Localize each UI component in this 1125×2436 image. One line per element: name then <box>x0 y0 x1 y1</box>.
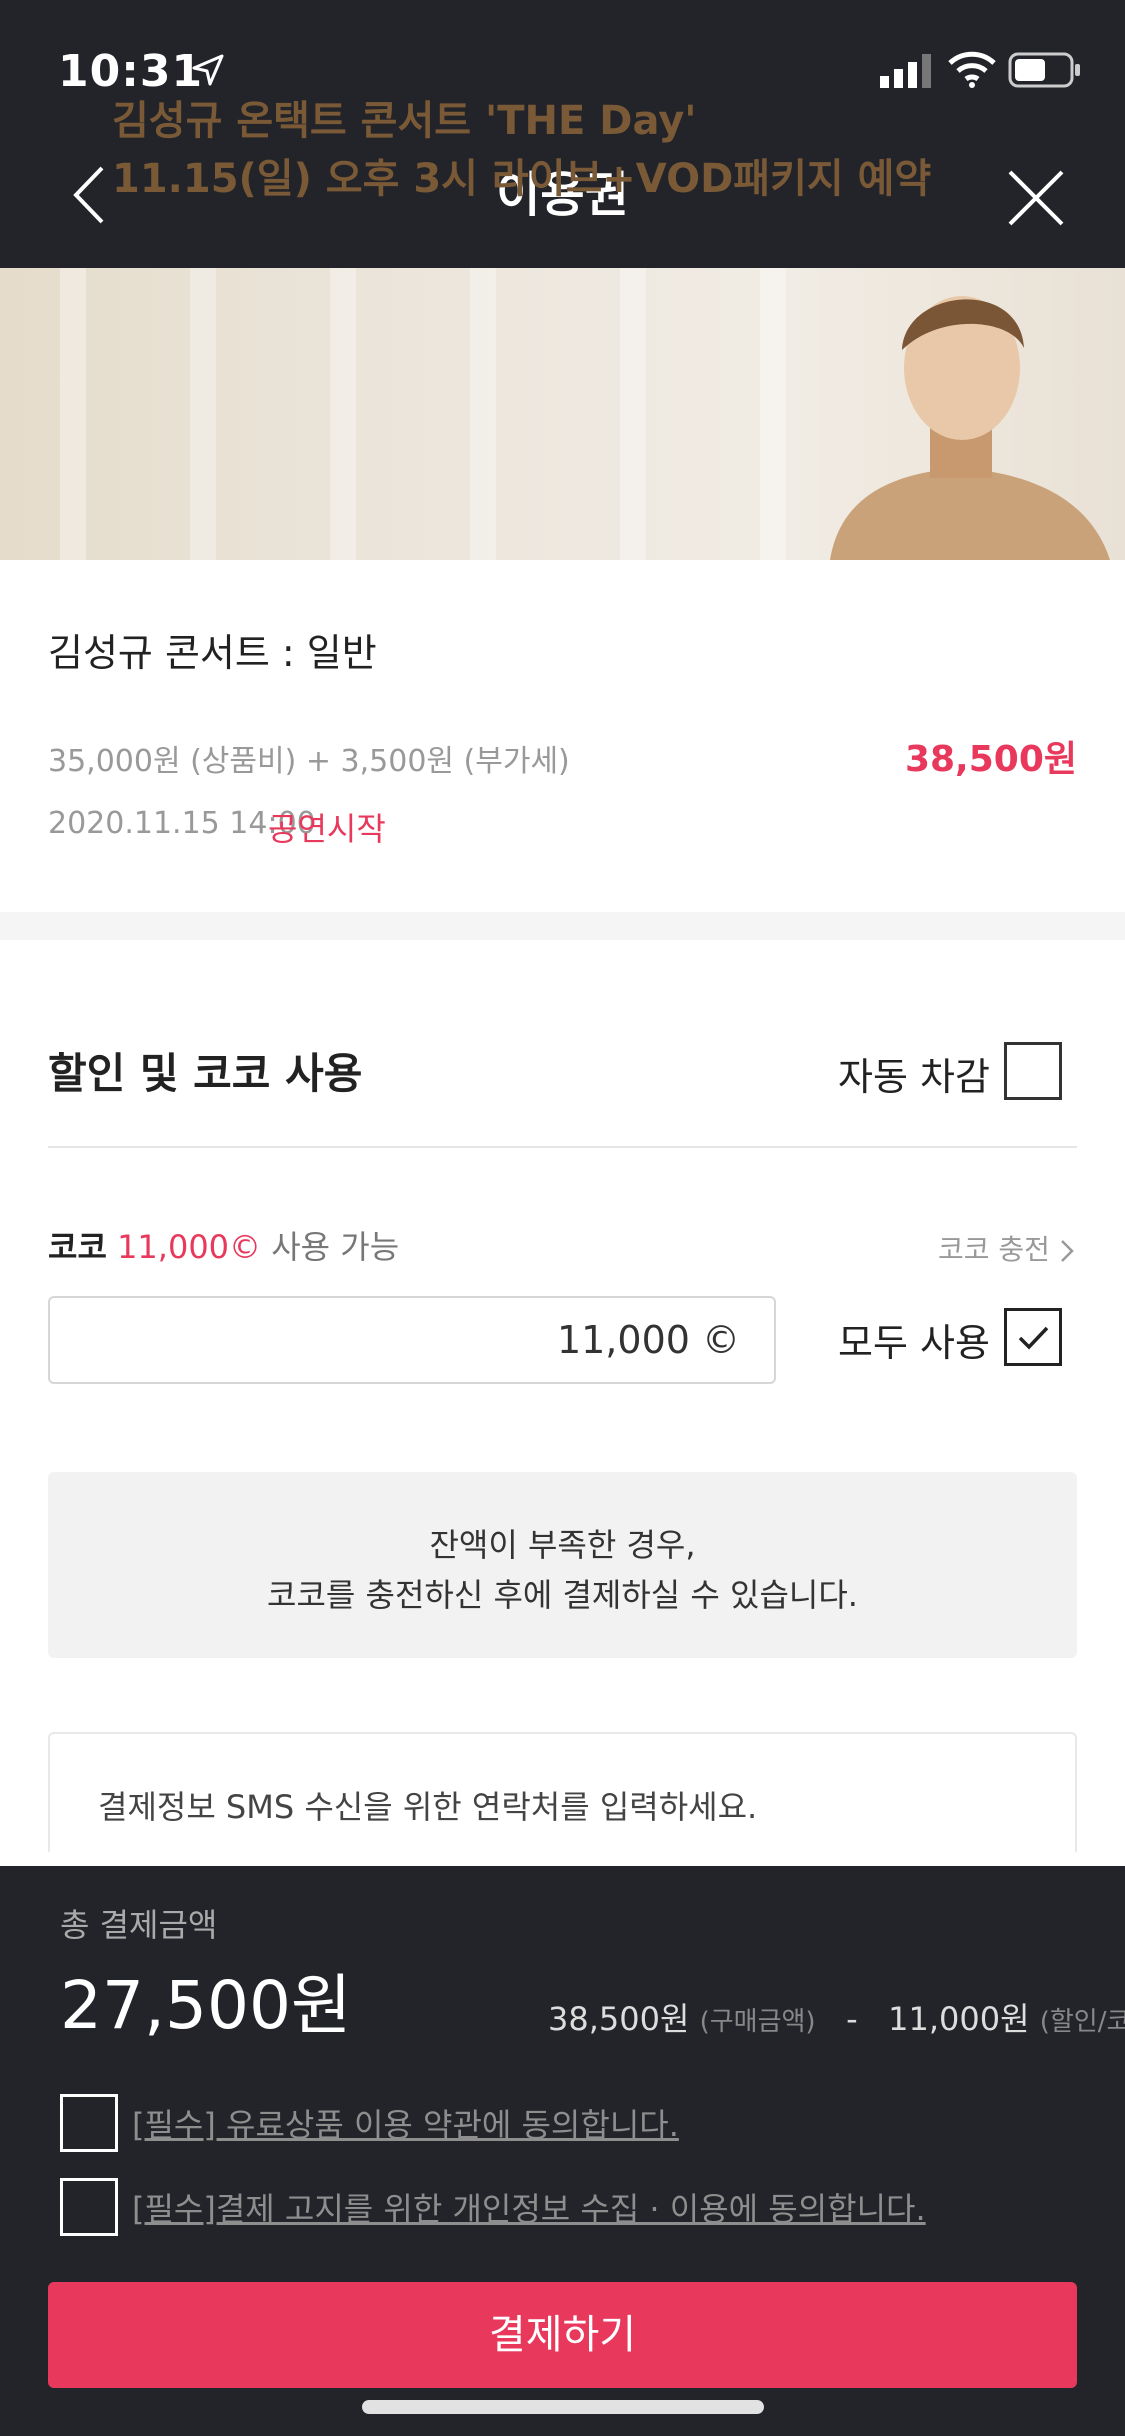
banner-subtitle: 11.15(일) 오후 3시 라이브+VOD패키지 예약 <box>112 156 932 202</box>
artist-photo <box>830 296 1110 560</box>
notice-line-1: 잔액이 부족한 경우, <box>429 1526 696 1564</box>
pay-button[interactable]: 결제하기 <box>48 2282 1077 2388</box>
use-all-checkbox[interactable] <box>1004 1308 1062 1366</box>
concert-banner[interactable] <box>0 268 1125 560</box>
check-icon <box>1018 1326 1049 1350</box>
section-divider <box>0 912 1125 940</box>
purchase-amount: 38,500원 <box>548 2000 690 2038</box>
discount-section-title: 할인 및 코코 사용 <box>48 1049 363 1098</box>
close-icon <box>1008 170 1064 226</box>
coco-charge-label: 코코 충전 <box>938 1233 1050 1266</box>
amount-calculation: 38,500원 (구매금액) - 11,000원 (할인/코코) <box>548 1994 1125 2040</box>
total-amount: 27,500원 <box>60 1967 352 2044</box>
agree-terms-link[interactable]: [필수] 유료상품 이용 약관에 동의합니다. <box>132 2100 679 2146</box>
close-button[interactable] <box>1004 166 1068 230</box>
coco-amount-input[interactable] <box>48 1296 776 1384</box>
coco-balance-label: 코코 11,000© 사용 가능 <box>48 1222 399 1268</box>
use-all-label: 모두 사용 <box>838 1321 990 1365</box>
price-breakdown: 35,000원 (상품비) + 3,500원 (부가세) <box>48 744 570 779</box>
discount-amount: 11,000원 <box>888 2000 1030 2038</box>
battery-icon <box>1008 52 1080 88</box>
product-name: 김성규 콘서트 : 일반 <box>48 631 377 675</box>
coco-available-text: 사용 가능 <box>271 1228 400 1266</box>
discount-tag: (할인/코코) <box>1039 2007 1125 2037</box>
agree-privacy-link[interactable]: [필수]결제 고지를 위한 개인정보 수집 · 이용에 동의합니다. <box>132 2184 926 2230</box>
wifi-icon <box>948 51 996 88</box>
notice-line-2: 코코를 충전하신 후에 결제하실 수 있습니다. <box>267 1576 858 1614</box>
coco-charge-link[interactable]: 코코 충전 <box>938 1228 1075 1268</box>
product-price: 38,500원 <box>904 739 1077 780</box>
total-label: 총 결제금액 <box>60 1906 218 1944</box>
location-arrow-icon <box>192 54 224 86</box>
cellular-signal-icon <box>880 54 931 88</box>
coco-amount: 11,000© <box>117 1228 262 1266</box>
banner-title: 김성규 온택트 콘서트 'THE Day' <box>112 98 697 144</box>
agree-terms-checkbox[interactable] <box>60 2094 118 2152</box>
agree-privacy-checkbox[interactable] <box>60 2178 118 2236</box>
minus-sign: - <box>846 2000 858 2038</box>
auto-deduct-label: 자동 차감 <box>838 1055 990 1099</box>
coco-label: 코코 <box>48 1228 107 1266</box>
auto-deduct-checkbox[interactable] <box>1004 1042 1062 1100</box>
home-indicator <box>362 2400 764 2414</box>
show-status: 공연시작 <box>268 810 386 848</box>
divider <box>48 1146 1077 1148</box>
sms-contact-prompt: 결제정보 SMS 수신을 위한 연락처를 입력하세요. <box>98 1788 758 1826</box>
purchase-tag: (구매금액) <box>699 2007 816 2037</box>
chevron-right-icon <box>1060 1240 1074 1262</box>
